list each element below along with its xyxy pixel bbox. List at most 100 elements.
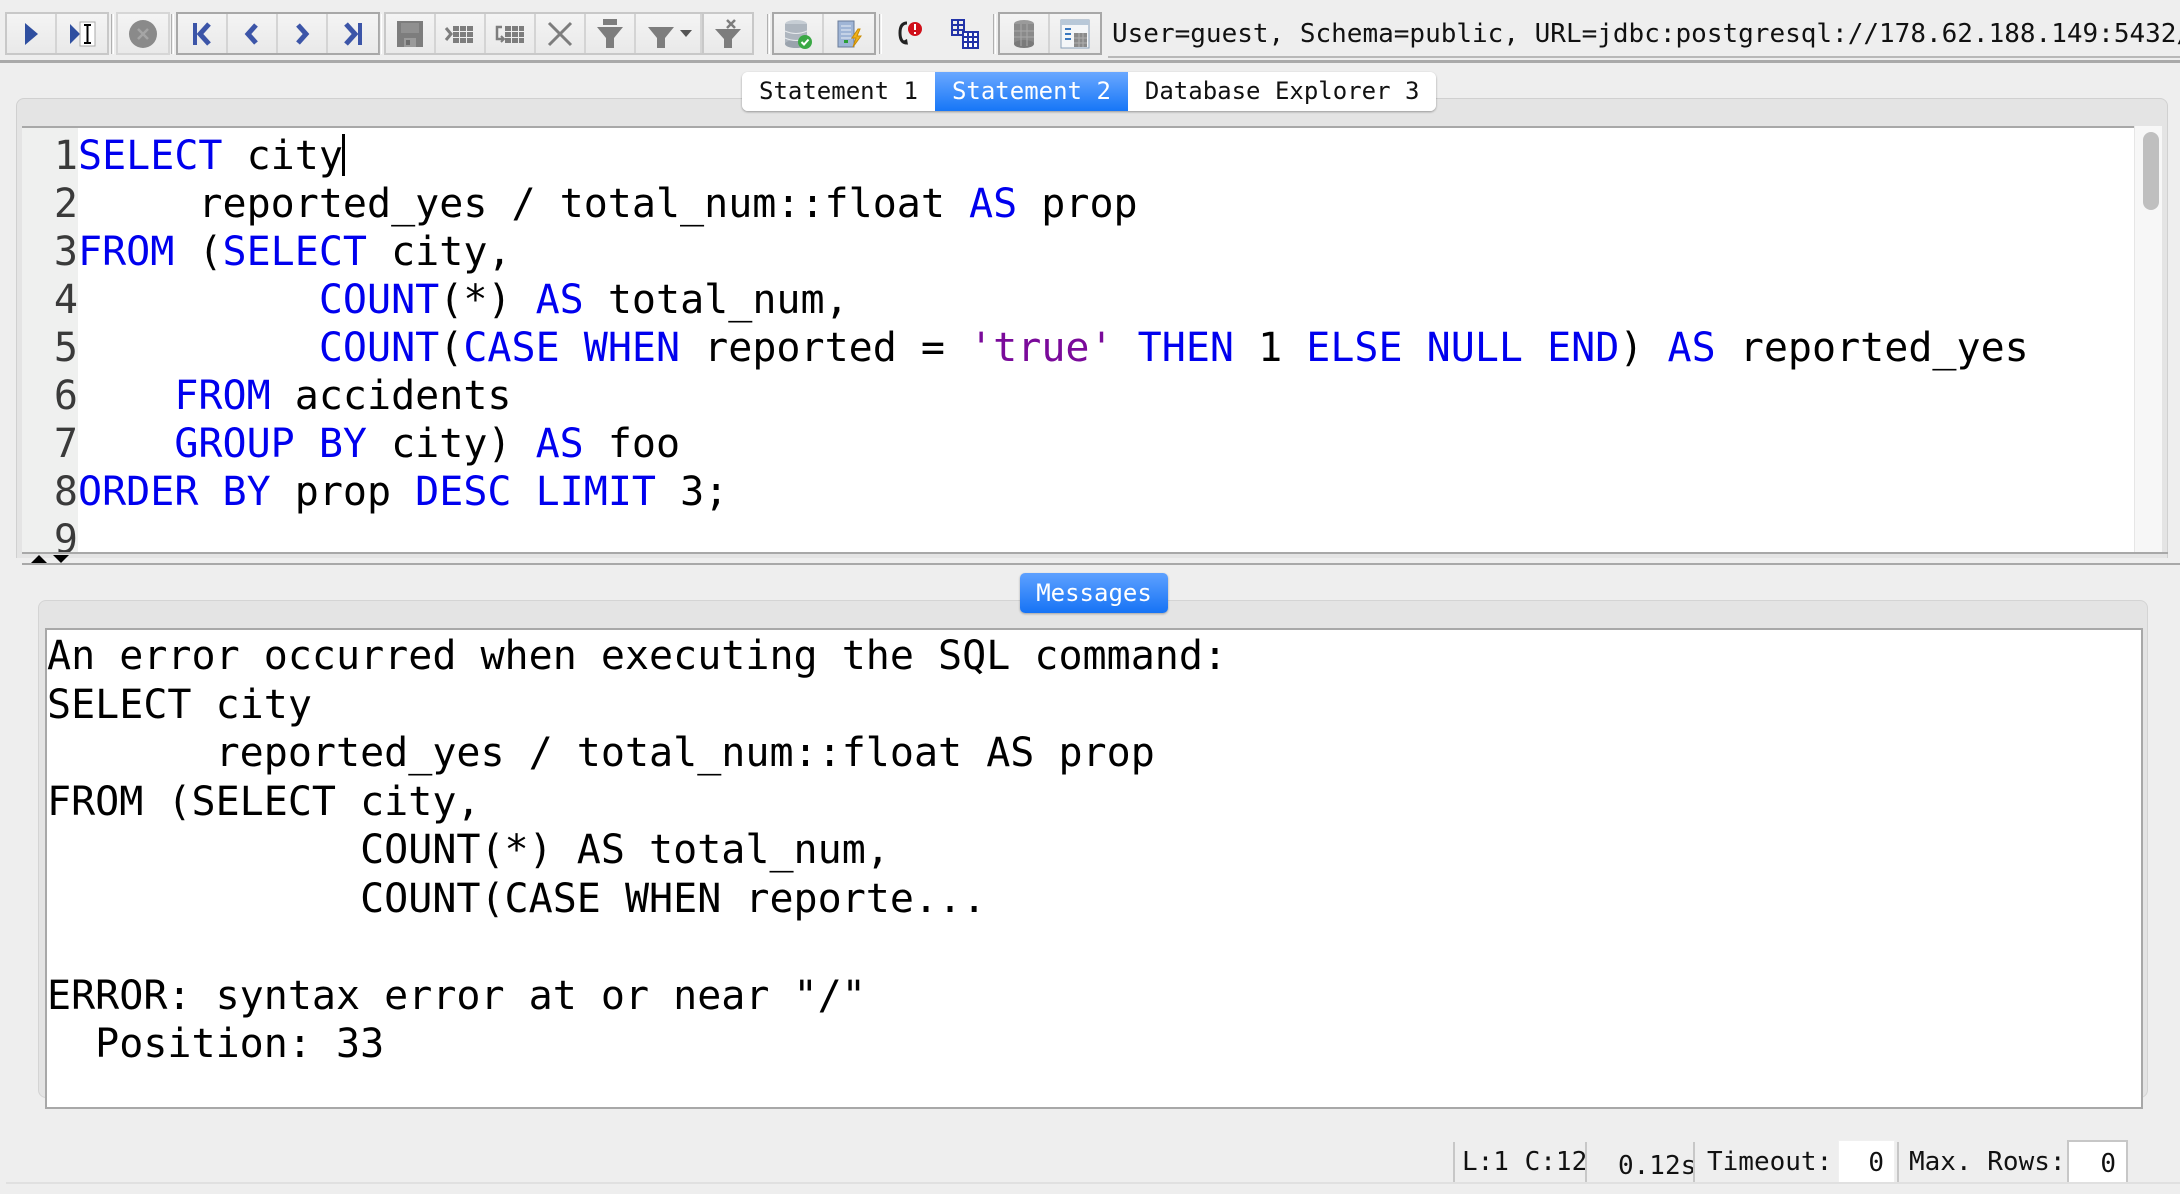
tab-statement-2[interactable]: Statement 2 (934, 72, 1128, 111)
toolbar-group-navigation (176, 12, 380, 55)
text-caret (342, 134, 345, 176)
splitter-expand-down-icon[interactable] (53, 555, 69, 563)
execute-button[interactable] (7, 14, 57, 53)
toolbar-separator (379, 14, 382, 54)
filter-icon (648, 26, 674, 48)
statement-tabs: Statement 1 Statement 2 Database Explore… (742, 72, 1437, 111)
stop-button[interactable] (118, 14, 168, 53)
tab-database-explorer-3[interactable]: Database Explorer 3 (1127, 72, 1437, 111)
last-button[interactable] (328, 14, 378, 53)
line-number: 1 (53, 133, 78, 179)
next-icon (296, 22, 310, 45)
status-separator (1585, 1142, 1587, 1182)
sql-keyword: ELSE (1306, 325, 1403, 371)
message-line: COUNT(CASE WHEN reporte... (47, 875, 987, 922)
messages-output[interactable]: An error occurred when executing the SQL… (45, 628, 2143, 1109)
database-button[interactable] (1000, 14, 1050, 53)
object-explorer-icon (1060, 19, 1090, 48)
sql-keyword: AS (1667, 325, 1716, 371)
delete-row-icon (547, 21, 573, 46)
sql-keyword: FROM (174, 373, 271, 419)
status-separator (1453, 1142, 1455, 1182)
sql-text: prop (270, 469, 416, 515)
rollback-button[interactable] (824, 14, 874, 53)
clear-filter-button[interactable] (702, 14, 752, 53)
line-number: 6 (53, 373, 78, 419)
insert-row-button[interactable] (436, 14, 486, 53)
sql-keyword: ORDER BY (78, 469, 271, 515)
copy-row-button[interactable] (486, 14, 536, 53)
window-bottom-border (6, 1182, 2180, 1184)
first-button[interactable] (178, 14, 228, 53)
sql-text: (*) (439, 277, 536, 323)
line-number: 4 (53, 277, 78, 323)
sql-text: total_num, (583, 277, 849, 323)
filter-by-value-button[interactable] (586, 14, 636, 53)
sql-keyword: AS (535, 421, 584, 467)
line-number: 5 (53, 325, 78, 371)
toolbar-separator (993, 14, 996, 54)
sql-text: foo (583, 421, 681, 467)
sql-text: prop (1017, 181, 1138, 227)
message-line: FROM (SELECT city, (47, 778, 481, 825)
execute-current-button[interactable] (57, 14, 107, 53)
splitter-expand-up-icon[interactable] (31, 555, 47, 563)
sql-keyword: FROM (78, 229, 175, 275)
sql-text: accidents (270, 373, 512, 419)
splitter-divider[interactable] (22, 563, 2180, 565)
sql-text: reported_yes (1715, 325, 2029, 371)
message-line: reported_yes / total_num::float AS prop (47, 730, 1155, 776)
status-bar: L:1 C:12 0.12s Timeout: 0 Max. Rows: 0 (0, 1140, 2180, 1184)
toolbar-group-transaction (772, 12, 876, 55)
sql-text: reported_yes / total_num::float (78, 181, 970, 227)
sql-text: ) (1619, 325, 1668, 371)
editor-scrollbar-thumb[interactable] (2143, 132, 2159, 210)
delete-row-button[interactable] (536, 14, 586, 53)
toolbar-group-execute (5, 12, 109, 55)
toolbar: User=guest, Schema=public, URL=jdbc:post… (0, 0, 2180, 63)
tab-statement-1[interactable]: Statement 1 (742, 72, 935, 111)
sql-text: ( (439, 325, 464, 371)
sql-keyword: END (1547, 325, 1620, 371)
result-tables-button[interactable] (940, 12, 990, 55)
sql-keyword: WHEN (583, 325, 681, 371)
chevron-down-icon[interactable] (680, 30, 692, 37)
sql-keyword: SELECT (222, 229, 368, 275)
code-line: ORDER BY prop DESC LIMIT 3; (78, 468, 728, 516)
code-line: reported_yes / total_num::float AS prop (78, 180, 1138, 228)
message-line: Position: 33 (47, 1021, 385, 1067)
message-line: COUNT(*) AS total_num, (47, 827, 890, 873)
tab-messages[interactable]: Messages (1020, 573, 1168, 613)
result-tables-icon (951, 18, 979, 49)
save-button[interactable] (386, 14, 436, 53)
toolbar-group-stop (116, 12, 170, 55)
next-button[interactable] (278, 14, 328, 53)
max-rows-input[interactable]: 0 (2067, 1140, 2128, 1184)
previous-icon (244, 22, 258, 45)
sql-text: 3; (655, 469, 729, 515)
sql-editor[interactable]: 123456789 SELECT city reported_yes / tot… (22, 126, 2142, 553)
sql-keyword: GROUP BY (174, 421, 367, 467)
sql-keyword: SELECT (78, 133, 223, 179)
previous-button[interactable] (228, 14, 278, 53)
commit-button[interactable] (774, 14, 824, 53)
filter-button[interactable] (636, 14, 702, 53)
insert-row-icon (444, 25, 473, 43)
sql-text: city (222, 133, 343, 179)
sql-string: 'true' (969, 325, 1114, 371)
editor-vertical-scrollbar[interactable] (2134, 126, 2162, 553)
stop-on-error-button[interactable] (885, 12, 935, 55)
object-explorer-button[interactable] (1050, 14, 1100, 53)
toolbar-separator (171, 14, 174, 54)
sql-keyword: AS (969, 181, 1018, 227)
sql-keyword: THEN (1137, 325, 1234, 371)
timeout-input[interactable]: 0 (1838, 1140, 1895, 1184)
line-number-gutter: 123456789 (22, 128, 78, 553)
